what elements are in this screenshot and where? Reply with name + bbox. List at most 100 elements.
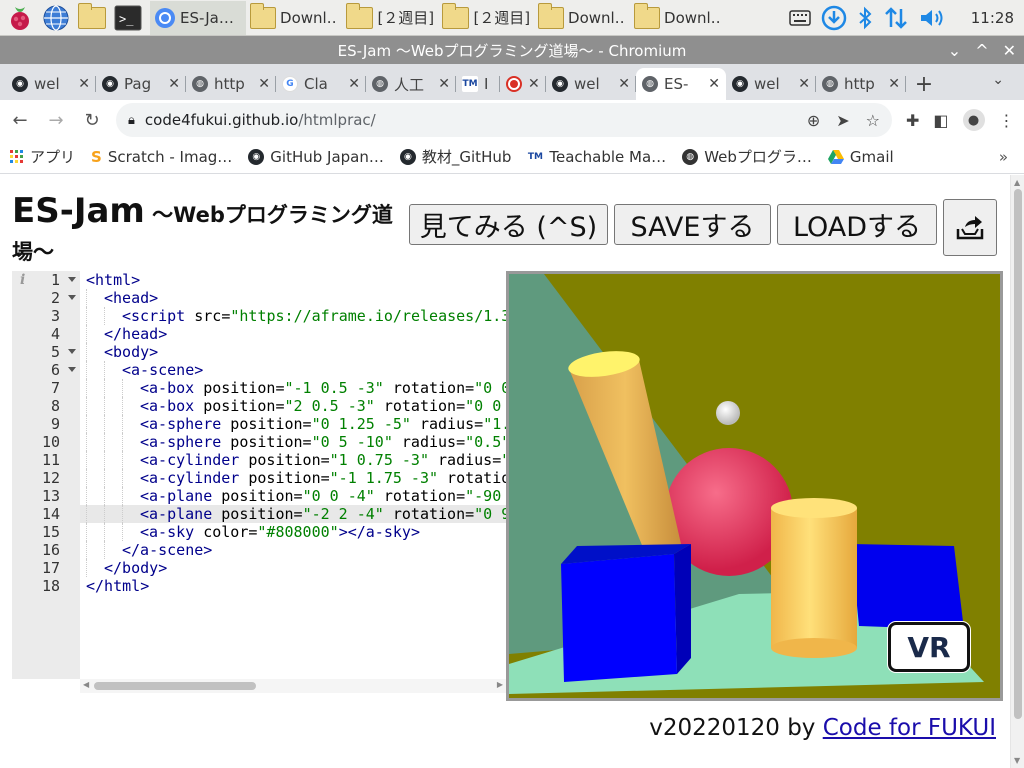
taskbar-task-folder[interactable]: Downl… — [246, 1, 342, 35]
forward-arrow-icon[interactable]: → — [40, 104, 72, 136]
code-line[interactable]: <a-sphere position="0 5 -10" radius="0.5… — [86, 433, 506, 451]
menu-kebab-icon[interactable]: ⋮ — [999, 111, 1015, 130]
bookmarks-overflow-icon[interactable]: » — [999, 148, 1008, 166]
code-line[interactable]: </a-scene> — [86, 541, 506, 559]
download-icon[interactable] — [821, 5, 847, 31]
tab-close-icon[interactable]: ✕ — [528, 76, 540, 92]
scrollbar-thumb[interactable] — [94, 682, 256, 690]
tab-close-icon[interactable]: ✕ — [888, 76, 900, 92]
bookmark-teachable[interactable]: TM Teachable Ma… — [527, 148, 666, 166]
tab-close-icon[interactable]: ✕ — [618, 76, 630, 92]
tab-close-icon[interactable]: ✕ — [258, 76, 270, 92]
tab-close-icon[interactable]: ✕ — [168, 76, 180, 92]
tab-close-icon[interactable]: ✕ — [78, 76, 90, 92]
back-arrow-icon[interactable]: ← — [4, 104, 36, 136]
code-line[interactable]: <script src="https://aframe.io/releases/… — [86, 307, 506, 325]
code-editor[interactable]: i 1 2 3 4 5 6 7 8 9 10 11 12 13 14 15 16 17 18 <html> <hea… — [12, 271, 506, 695]
extensions-puzzle-icon[interactable]: ✚ — [906, 111, 919, 130]
browser-tab[interactable]: ◉ wel ✕ — [726, 68, 816, 100]
code-line[interactable]: </head> — [86, 325, 506, 343]
terminal-icon[interactable]: >_ — [112, 2, 144, 34]
code-line[interactable]: </body> — [86, 559, 506, 577]
bookmark-apps[interactable]: アプリ — [10, 146, 75, 167]
fold-arrow-icon[interactable] — [68, 349, 76, 354]
browser-tab-active[interactable]: ◍ ES- ✕ — [636, 68, 726, 100]
new-tab-icon[interactable]: + — [906, 68, 942, 100]
code-line[interactable]: <head> — [86, 289, 506, 307]
browser-tab[interactable]: ◍ 人工 ✕ — [366, 68, 456, 100]
page-vertical-scrollbar[interactable]: ▲ ▼ — [1010, 175, 1024, 768]
send-icon[interactable]: ➤ — [836, 111, 849, 130]
taskbar-task-folder[interactable]: Downl… — [630, 1, 726, 35]
code-line[interactable]: </html> — [86, 577, 506, 595]
maximize-icon[interactable]: ^ — [975, 41, 988, 60]
bookmark-kyouzai-github[interactable]: ◉ 教材_GitHub — [399, 146, 511, 167]
address-bar[interactable]: 🔒︎ code4fukui.github.io/htmlprac/ ⊕ ➤ ☆ — [116, 103, 892, 137]
taskbar-task-folder[interactable]: [２週目] — [342, 1, 438, 35]
share-button[interactable] — [943, 199, 997, 256]
scroll-up-icon[interactable]: ▲ — [1014, 178, 1020, 187]
browser-tab[interactable]: ✕ — [500, 68, 546, 100]
code-line[interactable]: <a-cylinder position="1 0.75 -3" radius=… — [86, 451, 506, 469]
raspberry-menu-icon[interactable] — [4, 2, 36, 34]
web-browser-icon[interactable] — [40, 2, 72, 34]
tab-search-chevron-icon[interactable]: ⌄ — [992, 72, 1004, 88]
zoom-icon[interactable]: ⊕ — [807, 111, 820, 130]
fold-arrow-icon[interactable] — [68, 277, 76, 282]
taskbar-task-chromium[interactable]: ES-Ja… — [150, 0, 246, 35]
browser-tab[interactable]: ◉ wel ✕ — [546, 68, 636, 100]
code-line[interactable]: <a-plane position="-2 2 -4" rotation="0 … — [86, 505, 506, 523]
tab-close-icon[interactable]: ✕ — [348, 76, 360, 92]
scroll-down-icon[interactable]: ▼ — [1014, 756, 1020, 765]
network-icon[interactable] — [883, 6, 909, 30]
browser-tab[interactable]: ◍ http ✕ — [816, 68, 906, 100]
code-line[interactable]: <a-box position="-1 0.5 -3" rotation="0 … — [86, 379, 506, 397]
vr-mode-button[interactable]: VR — [888, 622, 970, 672]
taskbar-task-folder[interactable]: Downl… — [534, 1, 630, 35]
scroll-left-icon[interactable]: ◀ — [83, 680, 89, 689]
view-button[interactable]: 見てみる (^S) — [409, 204, 608, 245]
code-line[interactable]: <a-sky color="#808000"></a-sky> — [86, 523, 506, 541]
scroll-right-icon[interactable]: ▶ — [497, 680, 503, 689]
fold-arrow-icon[interactable] — [68, 367, 76, 372]
code-line[interactable]: <a-box position="2 0.5 -3" rotation="0 0 — [86, 397, 506, 415]
window-titlebar[interactable]: ES-Jam 〜Webプログラミング道場〜 - Chromium ⌄ ^ ✕ — [0, 36, 1024, 64]
editor-horizontal-scrollbar[interactable]: ◀ ▶ — [80, 679, 506, 693]
code-content[interactable]: <html> <head> <script src="https://aframe.… — [86, 271, 506, 595]
scrollbar-thumb[interactable] — [1014, 189, 1022, 719]
bookmark-star-icon[interactable]: ☆ — [866, 111, 880, 130]
code-line[interactable]: <a-sphere position="0 1.25 -5" radius="1… — [86, 415, 506, 433]
browser-tab[interactable]: ◉ Pag ✕ — [96, 68, 186, 100]
clock[interactable]: 11:28 — [971, 9, 1014, 27]
code-line[interactable]: <a-plane position="0 0 -4" rotation="-90 — [86, 487, 506, 505]
browser-tab[interactable]: G Cla ✕ — [276, 68, 366, 100]
fold-arrow-icon[interactable] — [68, 295, 76, 300]
profile-avatar-icon[interactable]: ● — [962, 109, 985, 131]
browser-tab[interactable]: TM I — [456, 68, 500, 100]
bookmark-scratch[interactable]: S Scratch - Imag… — [91, 148, 232, 166]
file-manager-icon[interactable] — [76, 2, 108, 34]
code-line[interactable]: <a-scene> — [86, 361, 506, 379]
bookmark-gmail[interactable]: Gmail — [827, 148, 894, 166]
aframe-preview[interactable]: VR — [506, 271, 1003, 701]
bookmark-github-japan[interactable]: ◉ GitHub Japan… — [248, 148, 384, 166]
load-button[interactable]: LOADする — [777, 204, 937, 245]
side-panel-icon[interactable]: ◧ — [933, 111, 948, 130]
tab-close-icon[interactable]: ✕ — [438, 76, 450, 92]
minimize-icon[interactable]: ⌄ — [948, 41, 961, 60]
lock-icon[interactable]: 🔒︎ — [128, 113, 135, 128]
tab-close-icon[interactable]: ✕ — [708, 76, 720, 92]
code-line[interactable]: <html> — [86, 271, 506, 289]
taskbar-task-folder[interactable]: [２週目] — [438, 1, 534, 35]
volume-icon[interactable] — [919, 7, 947, 29]
browser-tab[interactable]: ◍ http ✕ — [186, 68, 276, 100]
bookmark-web-programming[interactable]: ◍ Webプログラ… — [682, 146, 812, 167]
keyboard-icon[interactable] — [789, 9, 811, 27]
code-line[interactable]: <body> — [86, 343, 506, 361]
code-for-fukui-link[interactable]: Code for FUKUI — [823, 715, 996, 741]
save-button[interactable]: SAVEする — [614, 204, 771, 245]
bluetooth-icon[interactable] — [857, 6, 873, 30]
code-line[interactable]: <a-cylinder position="-1 1.75 -3" rotati… — [86, 469, 506, 487]
close-icon[interactable]: ✕ — [1003, 41, 1016, 60]
tab-close-icon[interactable]: ✕ — [798, 76, 810, 92]
